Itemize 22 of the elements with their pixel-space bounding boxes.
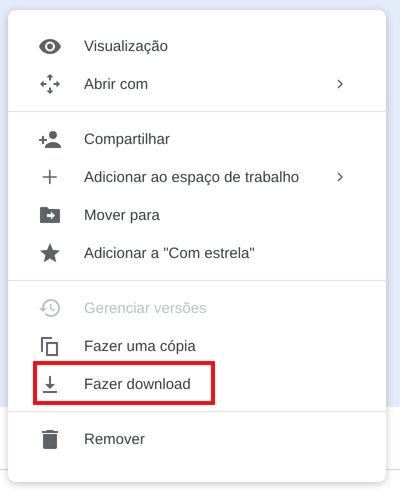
menu-item-label: Adicionar ao espaço de trabalho [84, 168, 300, 186]
move-arrows-icon [38, 72, 62, 96]
menu-item-label: Fazer download [84, 376, 191, 392]
menu-item[interactable]: Mover para [8, 196, 386, 234]
menu-item-label: Mover para [84, 206, 160, 224]
star-icon [38, 241, 62, 265]
menu-item[interactable]: Fazer download [8, 365, 386, 403]
menu-item[interactable]: Abrir com [8, 65, 386, 103]
menu-item-label: Remover [84, 430, 145, 448]
menu-item-label: Adicionar a "Com estrela" [84, 244, 255, 262]
menu-item-label: Visualização [84, 38, 168, 54]
menu-item-label: Compartilhar [84, 130, 170, 148]
menu-item-label: Fazer uma cópia [84, 338, 196, 354]
menu-item[interactable]: Fazer uma cópia [8, 327, 386, 365]
menu-item[interactable]: Visualização [8, 27, 386, 65]
menu-item-label: Abrir com [84, 76, 148, 92]
history-icon [38, 296, 62, 320]
menu-item[interactable]: Adicionar ao espaço de trabalho [8, 158, 386, 196]
menu-item[interactable]: Remover [8, 420, 386, 458]
menu-item-label: Gerenciar versões [84, 300, 207, 316]
menu-item[interactable]: Adicionar a "Com estrela" [8, 234, 386, 272]
menu-item[interactable]: Compartilhar [8, 120, 386, 158]
